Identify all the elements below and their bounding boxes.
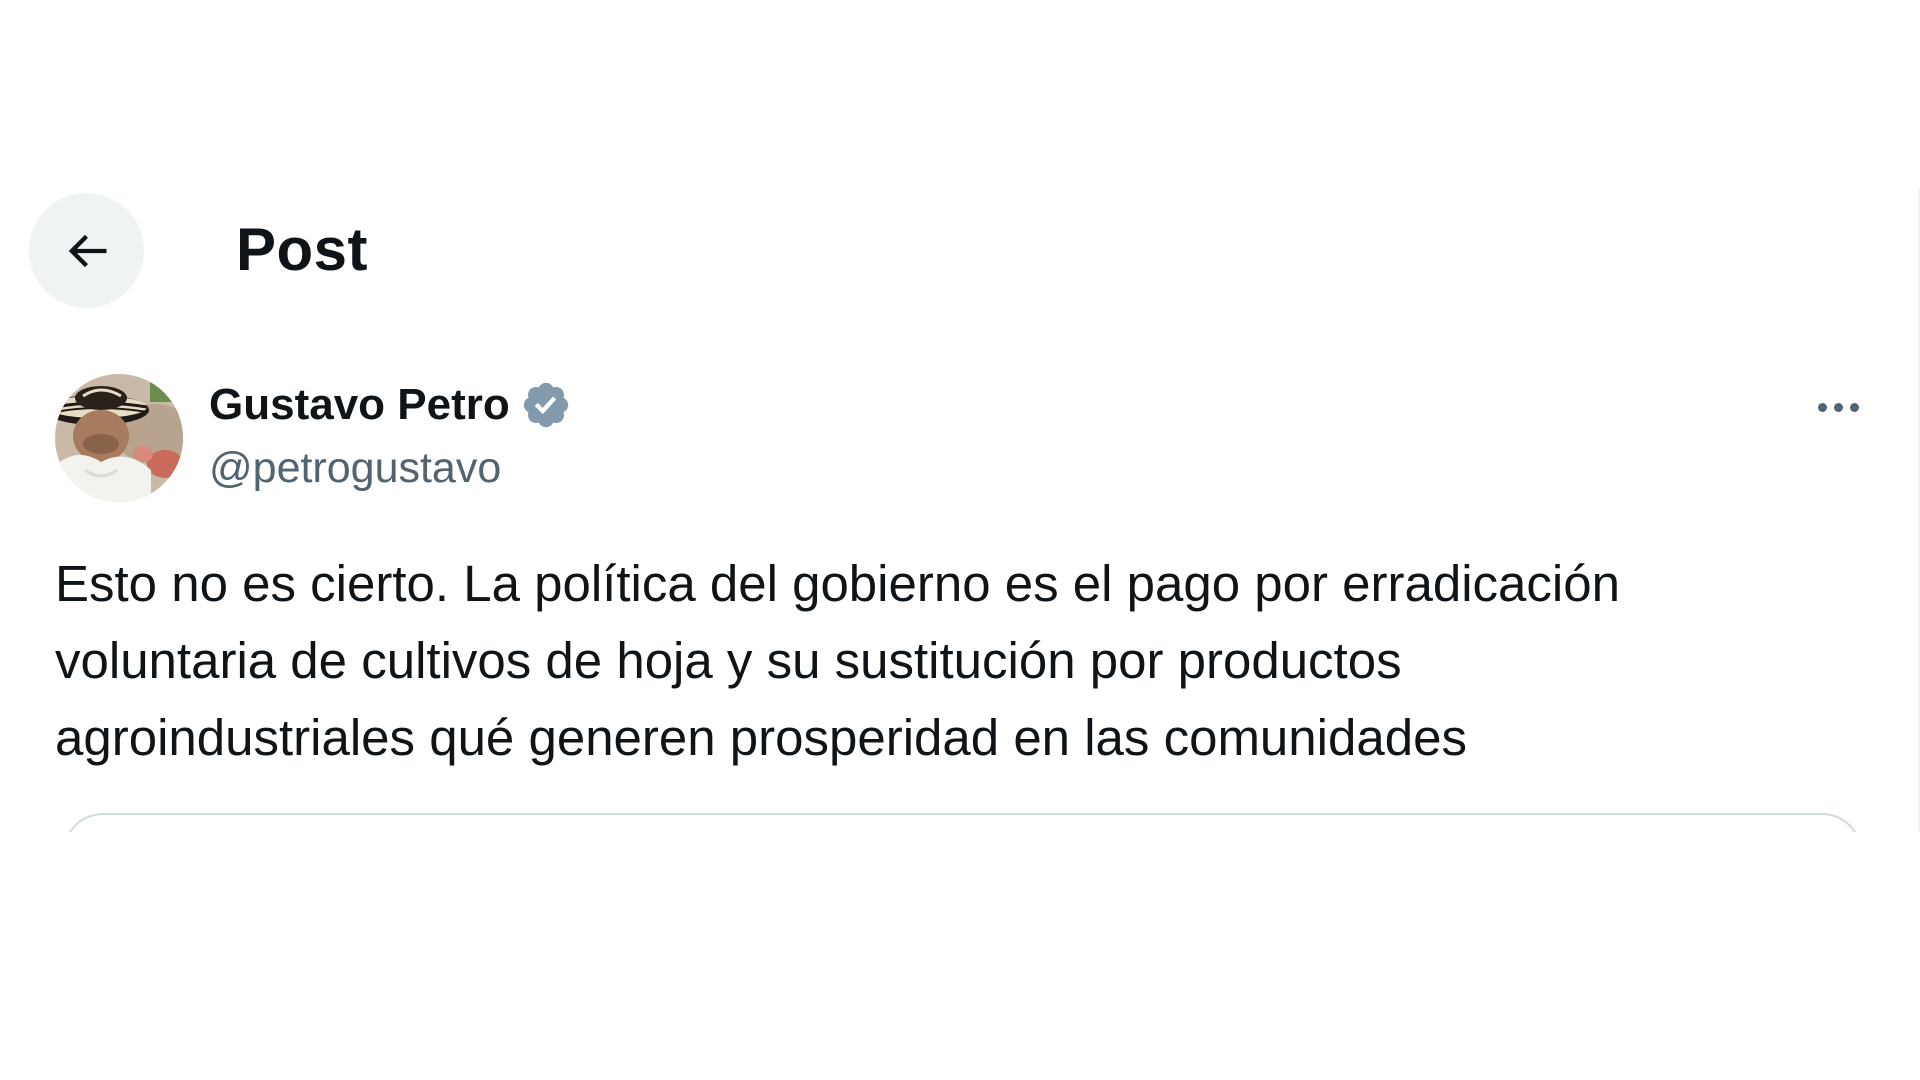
author-name-row[interactable]: Gustavo Petro: [209, 376, 572, 434]
verified-badge-icon[interactable]: [520, 379, 572, 431]
author-handle[interactable]: @petrogustavo: [209, 440, 501, 496]
more-horizontal-icon-dot: [1833, 402, 1843, 412]
post-page: Post Gustavo Petro @petrogustavo Esto no…: [0, 0, 1920, 1080]
back-button[interactable]: [29, 193, 144, 308]
more-horizontal-icon: [1817, 402, 1827, 412]
tweet-text: Esto no es cierto. La política del gobie…: [55, 545, 1875, 776]
tweet-text-line: voluntaria de cultivos de hoja y su sust…: [55, 632, 1402, 689]
blank-area: [0, 832, 1920, 1080]
avatar[interactable]: [55, 374, 183, 502]
page-title: Post: [236, 216, 369, 283]
arrow-left-icon: [68, 234, 106, 267]
more-options-button[interactable]: [1803, 382, 1873, 432]
more-horizontal-icon-dot: [1849, 402, 1859, 412]
author-name[interactable]: Gustavo Petro: [209, 376, 510, 434]
tweet-text-line: Esto no es cierto. La política del gobie…: [55, 555, 1620, 612]
tweet-text-line: agroindustriales qué generen prosperidad…: [55, 709, 1467, 766]
avatar-image: [55, 374, 183, 502]
